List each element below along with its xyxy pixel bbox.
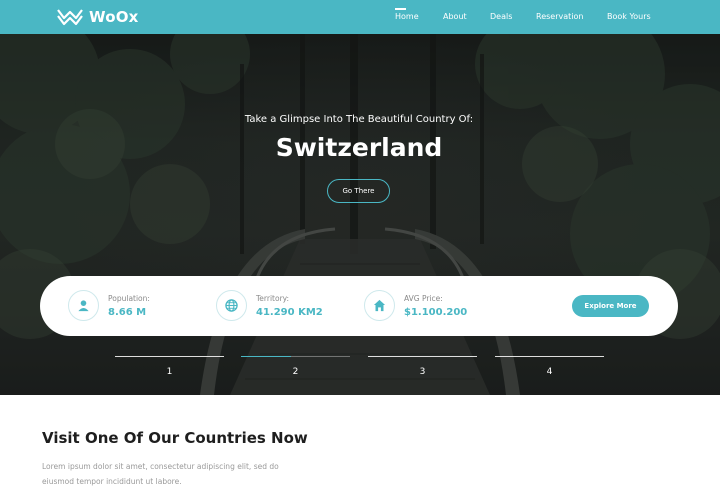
slide-line: [115, 356, 224, 357]
slide-indicator-4[interactable]: 4: [495, 356, 604, 378]
slide-indicator-2[interactable]: 2: [241, 356, 350, 378]
nav-active-indicator: [395, 8, 406, 10]
slide-number: 1: [166, 367, 173, 377]
brand-logo[interactable]: WoOx: [57, 7, 139, 27]
top-header: WoOx Home About Deals Reservation Book Y…: [0, 0, 720, 34]
stat-label: Territory:: [256, 294, 290, 303]
stat-label: Population:: [108, 294, 150, 303]
explore-more-button[interactable]: Explore More: [572, 295, 649, 317]
nav-item-home[interactable]: Home: [395, 12, 419, 21]
user-icon: [68, 290, 99, 321]
slide-indicator-1[interactable]: 1: [115, 356, 224, 378]
stat-value: 8.66 M: [108, 307, 147, 318]
stat-value: 41.290 KM2: [256, 307, 323, 318]
slide-line: [368, 356, 477, 357]
hero-banner: Take a Glimpse Into The Beautiful Countr…: [0, 34, 720, 395]
slide-progress: [241, 356, 291, 357]
nav-item-reservation[interactable]: Reservation: [536, 12, 583, 21]
hero-background-image: [0, 34, 720, 395]
go-there-button[interactable]: Go There: [327, 179, 390, 203]
section-title: Visit One Of Our Countries Now: [42, 429, 308, 447]
slide-number: 3: [419, 367, 426, 377]
slide-indicator-3[interactable]: 3: [368, 356, 477, 378]
home-icon: [364, 290, 395, 321]
slide-number: 4: [546, 367, 553, 377]
slide-number: 2: [292, 367, 299, 377]
section-text: Lorem ipsum dolor sit amet, consectetur …: [42, 462, 279, 486]
globe-icon: [216, 290, 247, 321]
nav-item-book-yours[interactable]: Book Yours: [607, 12, 651, 21]
hero-title: Switzerland: [275, 133, 443, 162]
nav-item-about[interactable]: About: [443, 12, 467, 21]
stat-label: AVG Price:: [404, 294, 443, 303]
stat-value: $1.100.200: [404, 307, 468, 318]
country-info-card: Population: 8.66 M Territory: 41.290 KM2…: [40, 276, 678, 336]
slide-line-active: [241, 356, 350, 357]
nav-item-deals[interactable]: Deals: [490, 12, 512, 21]
brand-name: WoOx: [89, 8, 139, 26]
slide-line: [495, 356, 604, 357]
hero-subtitle: Take a Glimpse Into The Beautiful Countr…: [244, 114, 474, 125]
logo-mark-icon: [57, 9, 83, 26]
